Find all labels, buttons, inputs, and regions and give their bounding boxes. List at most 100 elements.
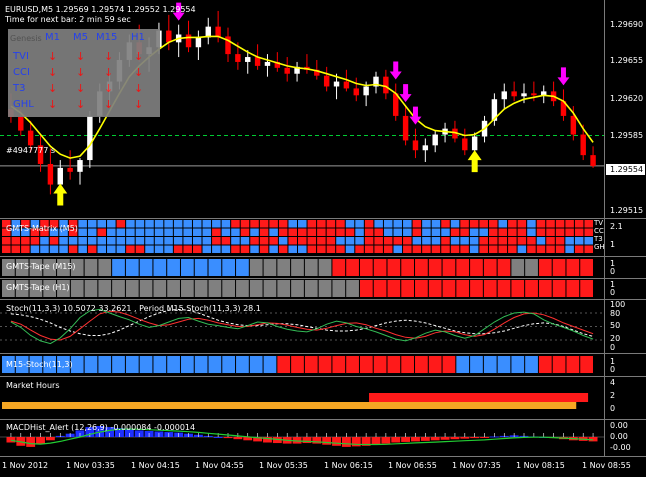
matrix-cell (202, 237, 212, 245)
matrix-cell (278, 220, 288, 228)
matrix-cell (192, 220, 202, 228)
stoch-title: Stoch(11,3,3) 10.5072 33.2621 , Period M… (6, 304, 261, 313)
tape-cell (180, 259, 194, 276)
matrix-cell (269, 220, 278, 228)
down-arrow-icon: ↓ (48, 82, 58, 95)
down-arrow-icon: ↓ (48, 50, 58, 63)
matrix-cell (450, 237, 460, 245)
tape-cell (249, 356, 263, 373)
matrix-cell (240, 237, 250, 245)
matrix-cell (393, 245, 403, 253)
matrix-cell (202, 228, 212, 236)
time-tick: 1 Nov 05:35 (259, 461, 308, 470)
market-hours-scale: 4 (610, 378, 616, 387)
matrix-cell (288, 228, 297, 236)
matrix-cell (555, 237, 565, 245)
tape-cell (456, 280, 470, 297)
matrix-cell (412, 228, 422, 236)
matrix-cell (412, 245, 422, 253)
down-arrow-icon: ↓ (134, 98, 144, 111)
gmts-matrix-panel (2, 220, 593, 253)
tape-cell (208, 280, 222, 297)
macd-bar (411, 437, 420, 442)
matrix-cell (87, 228, 97, 236)
candle-body (284, 67, 290, 74)
macd-bar (381, 437, 391, 444)
market-hours-title: Market Hours (6, 381, 60, 390)
tape-cell (359, 259, 373, 276)
macd-bar (460, 437, 470, 439)
tape-cell (153, 356, 167, 373)
matrix-cell (212, 228, 221, 236)
candle-body (383, 76, 389, 94)
down-arrow-icon: ↓ (76, 98, 86, 111)
matrix-cell (469, 228, 479, 236)
macd-bar (26, 437, 36, 447)
matrix-cell (479, 220, 488, 228)
tape-cell (373, 259, 387, 276)
tape-cell (415, 259, 428, 276)
tape-cell (291, 356, 304, 373)
matrix-cell (107, 237, 116, 245)
genesis-table: Genesis M1 M5 M15 H1 TVI ↓ ↓ ↓ ↓ CCI ↓ ↓… (8, 29, 160, 117)
matrix-cell (135, 228, 145, 236)
matrix-cell (508, 245, 517, 253)
tape-h1-scale: 0 (610, 288, 616, 297)
candle-body (501, 91, 507, 100)
matrix-cell (126, 245, 135, 253)
candle-body (245, 57, 251, 62)
tape-cell (222, 280, 236, 297)
time-tick: 1 Nov 08:55 (582, 461, 631, 470)
matrix-cell (555, 228, 565, 236)
tape-cell (139, 259, 153, 276)
tape-cell (470, 259, 483, 276)
stoch-scale: 80 (610, 309, 621, 318)
matrix-cell (336, 228, 345, 236)
down-arrow-icon: ↓ (76, 82, 86, 95)
matrix-cell (231, 237, 240, 245)
matrix-cell (393, 220, 403, 228)
matrix-cell (288, 237, 297, 245)
candle-body (323, 75, 330, 87)
matrix-cell (574, 220, 584, 228)
matrix-cell (145, 228, 154, 236)
matrix-cell (231, 245, 240, 253)
candle-body (580, 134, 586, 156)
macd-bar (36, 437, 45, 444)
candle-body (166, 30, 172, 43)
tape-cell (538, 356, 552, 373)
matrix-cell (183, 220, 192, 228)
tape-cell (263, 356, 277, 373)
tape-cell (222, 356, 236, 373)
stoch-scale: 20 (610, 334, 621, 343)
matrix-cell (364, 245, 374, 253)
matrix-cell (336, 245, 345, 253)
tape-cell (332, 356, 346, 373)
stoch-scale: 50 (610, 321, 621, 330)
matrix-cell (441, 228, 450, 236)
matrix-cell (441, 220, 450, 228)
matrix-scale: 1 (610, 240, 616, 249)
down-arrow-icon: ↓ (134, 82, 144, 95)
matrix-cell (317, 220, 326, 228)
matrix-cell (78, 237, 87, 245)
tape-cell (194, 280, 208, 297)
matrix-cell (87, 245, 97, 253)
matrix-cell (403, 245, 412, 253)
tape-cell (346, 280, 359, 297)
candle-body (77, 160, 83, 172)
tape-cell (304, 356, 318, 373)
matrix-cell (383, 228, 393, 236)
matrix-cell (298, 245, 307, 253)
matrix-cell (173, 220, 183, 228)
matrix-cell (154, 220, 164, 228)
matrix-cell (584, 228, 593, 236)
tape-cell (112, 280, 125, 297)
matrix-cell (546, 228, 555, 236)
matrix-cell (11, 245, 21, 253)
tape-cell (442, 356, 456, 373)
matrix-cell (164, 245, 173, 253)
matrix-cell (345, 220, 355, 228)
tape-cell (497, 259, 511, 276)
tape-cell (373, 280, 387, 297)
